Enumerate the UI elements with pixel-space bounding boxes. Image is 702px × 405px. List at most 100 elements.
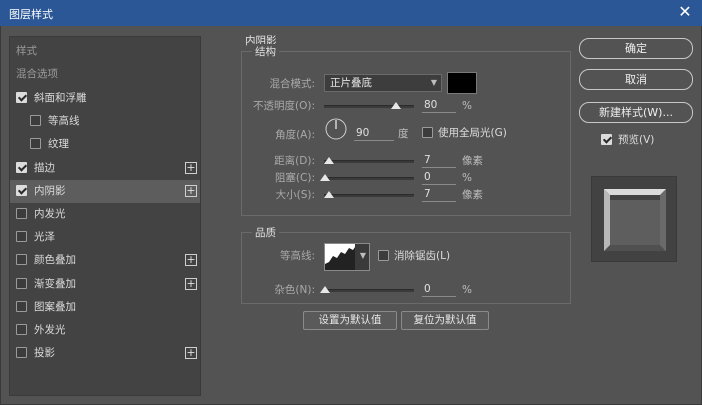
style-item-label: 斜面和浮雕	[34, 92, 87, 104]
style-preview	[591, 176, 677, 262]
style-item-checkbox[interactable]	[16, 92, 27, 103]
style-item[interactable]: 内发光	[10, 203, 200, 226]
angle-dial[interactable]	[324, 116, 348, 142]
style-item-label: 纹理	[48, 138, 69, 151]
distance-label: 距离(D):	[274, 155, 315, 167]
style-item[interactable]: 纹理	[10, 133, 200, 156]
quality-group: 品质 等高线: ▼ 消除锯齿(L) 杂色(N): 0 %	[241, 225, 571, 304]
distance-input[interactable]: 7	[422, 153, 456, 168]
preview-label: 预览(V)	[618, 134, 655, 146]
blend-mode-label: 混合模式:	[269, 78, 315, 90]
style-item-label: 颜色叠加	[34, 254, 76, 267]
style-item[interactable]: 描边 +	[10, 157, 200, 180]
style-item-label: 内阴影	[34, 184, 66, 197]
structure-legend: 结构	[252, 44, 279, 59]
style-item[interactable]: 斜面和浮雕	[10, 87, 200, 110]
style-preview-thumbnail	[604, 189, 666, 251]
choke-slider-track[interactable]	[324, 177, 414, 180]
opacity-unit: %	[462, 100, 472, 112]
noise-slider-track[interactable]	[324, 289, 414, 292]
style-item[interactable]: 图案叠加	[10, 296, 200, 319]
global-light-label: 使用全局光(G)	[438, 127, 507, 139]
distance-unit: 像素	[462, 155, 483, 167]
size-unit: 像素	[462, 189, 483, 201]
noise-input[interactable]: 0	[422, 282, 456, 297]
style-item[interactable]: 光泽	[10, 226, 200, 249]
size-input[interactable]: 7	[422, 187, 456, 202]
style-item-label: 光泽	[34, 231, 55, 244]
style-item[interactable]: 外发光	[10, 319, 200, 342]
opacity-label: 不透明度(O):	[253, 100, 315, 112]
style-item-checkbox[interactable]	[30, 115, 41, 127]
style-item[interactable]: 投影 +	[10, 342, 200, 365]
distance-slider-thumb[interactable]	[324, 157, 334, 164]
style-item-checkbox[interactable]	[16, 324, 27, 335]
blend-options-item[interactable]: 混合选项	[16, 64, 58, 84]
chevron-down-icon[interactable]: ▼	[360, 251, 366, 260]
style-item-checkbox[interactable]	[16, 254, 27, 266]
style-item-label: 渐变叠加	[34, 277, 76, 290]
new-style-button[interactable]: 新建样式(W)...	[579, 102, 693, 123]
size-slider-track[interactable]	[324, 194, 414, 197]
add-style-icon[interactable]: +	[185, 184, 197, 197]
choke-input[interactable]: 0	[422, 170, 456, 185]
distance-slider-track[interactable]	[324, 160, 414, 163]
style-item[interactable]: 颜色叠加 +	[10, 249, 200, 272]
make-default-button[interactable]: 设置为默认值	[303, 311, 397, 330]
quality-legend: 品质	[252, 225, 279, 240]
global-light-checkbox[interactable]	[422, 127, 433, 138]
title-bar: 图层样式 ✕	[0, 0, 702, 26]
anti-alias-checkbox[interactable]	[378, 250, 389, 261]
chevron-down-icon: ▼	[430, 78, 437, 87]
choke-slider-thumb[interactable]	[320, 174, 330, 181]
noise-label: 杂色(N):	[274, 284, 315, 296]
choke-unit: %	[462, 172, 472, 184]
structure-group: 结构 混合模式: 正片叠底 ▼ 不透明度(O): 80 % 角度(A): 90 …	[241, 44, 571, 216]
style-item-checkbox[interactable]	[16, 161, 27, 173]
cancel-button[interactable]: 取消	[579, 69, 693, 90]
contour-label: 等高线:	[279, 250, 315, 262]
noise-slider-thumb[interactable]	[320, 286, 330, 293]
style-item[interactable]: 等高线	[10, 110, 200, 133]
window-title: 图层样式	[9, 8, 53, 21]
angle-unit: 度	[398, 128, 409, 140]
reset-default-button[interactable]: 复位为默认值	[401, 311, 489, 330]
style-item-checkbox[interactable]	[16, 231, 27, 243]
layer-style-dialog: 样式 混合选项 斜面和浮雕等高线纹理描边 + 内阴影 + 内发光光泽颜色叠加 + 渐变叠加 +…	[0, 26, 702, 405]
angle-label: 角度(A):	[275, 129, 315, 141]
style-item-checkbox[interactable]	[16, 347, 27, 359]
blend-mode-value: 正片叠底	[330, 77, 372, 89]
contour-preview-icon	[325, 244, 355, 270]
angle-input[interactable]: 90	[354, 126, 394, 141]
style-item-checkbox[interactable]	[16, 208, 27, 219]
opacity-slider-thumb[interactable]	[391, 102, 401, 109]
size-label: 大小(S):	[275, 189, 315, 201]
close-icon[interactable]: ✕	[674, 1, 696, 23]
noise-unit: %	[462, 284, 472, 296]
style-item-checkbox[interactable]	[16, 300, 27, 312]
style-item-label: 外发光	[34, 324, 66, 336]
styles-list: 样式 混合选项 斜面和浮雕等高线纹理描边 + 内阴影 + 内发光光泽颜色叠加 + 渐变叠加 +…	[9, 36, 201, 396]
style-item-label: 投影	[34, 347, 55, 360]
preview-checkbox[interactable]	[601, 134, 612, 145]
shadow-color-swatch[interactable]	[447, 72, 477, 94]
choke-label: 阻塞(C):	[274, 172, 315, 184]
add-style-icon[interactable]: +	[185, 347, 197, 360]
styles-header[interactable]: 样式	[16, 41, 37, 61]
add-style-icon[interactable]: +	[185, 254, 197, 267]
style-item[interactable]: 内阴影 +	[10, 179, 200, 203]
opacity-input[interactable]: 80	[422, 98, 456, 113]
style-item-label: 等高线	[48, 115, 80, 128]
anti-alias-label: 消除锯齿(L)	[394, 250, 451, 262]
size-slider-thumb[interactable]	[324, 191, 334, 198]
style-item-checkbox[interactable]	[30, 138, 41, 150]
add-style-icon[interactable]: +	[185, 277, 197, 290]
contour-picker[interactable]: ▼	[324, 243, 370, 271]
style-item[interactable]: 渐变叠加 +	[10, 273, 200, 296]
style-item-label: 描边	[34, 161, 55, 174]
ok-button[interactable]: 确定	[579, 38, 693, 59]
style-item-checkbox[interactable]	[16, 277, 27, 289]
style-item-checkbox[interactable]	[16, 184, 27, 196]
add-style-icon[interactable]: +	[185, 161, 197, 174]
blend-mode-select[interactable]: 正片叠底 ▼	[324, 74, 442, 92]
